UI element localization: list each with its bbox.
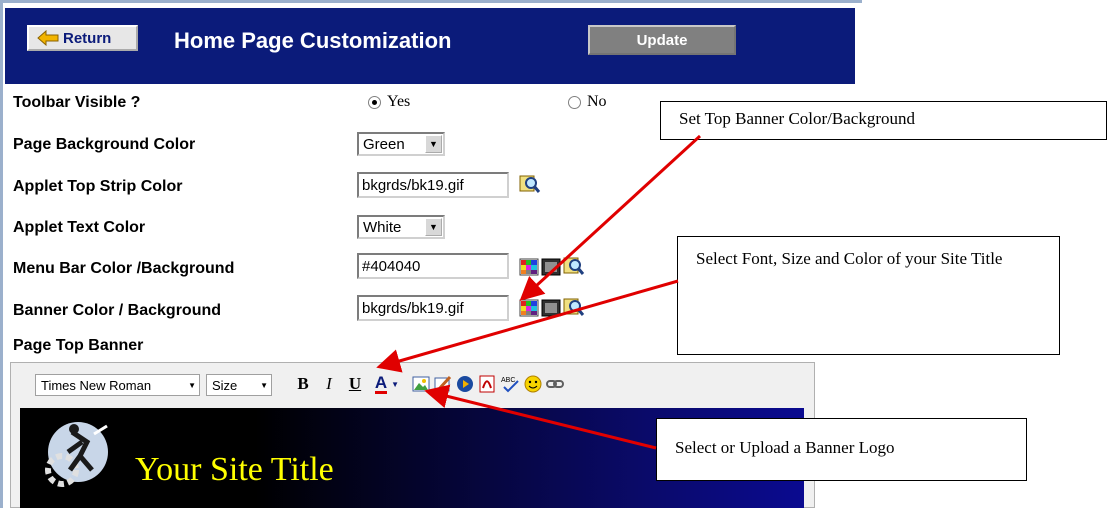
font-color-label: A xyxy=(374,373,388,394)
palette-icon[interactable] xyxy=(519,258,539,276)
toolbar-visible-no-radio[interactable]: No xyxy=(568,93,607,111)
radio-dot-selected xyxy=(368,95,381,109)
underline-button[interactable]: U xyxy=(344,372,366,396)
palette-icon[interactable] xyxy=(519,299,539,317)
spellcheck-icon[interactable]: ABC xyxy=(500,375,520,393)
search-icon[interactable] xyxy=(563,297,585,317)
banner-color-label: Banner Color / Background xyxy=(13,302,222,319)
menu-bar-color-label: Menu Bar Color /Background xyxy=(13,260,235,277)
update-button[interactable]: Update xyxy=(588,25,736,55)
font-family-value: Times New Roman xyxy=(41,377,152,393)
applet-text-color-select[interactable]: White ▼ xyxy=(357,215,445,239)
media-icon[interactable] xyxy=(456,375,474,393)
applet-strip-color-input[interactable]: bkgrds/bk19.gif xyxy=(357,172,509,198)
applet-text-color-label: Applet Text Color xyxy=(13,219,146,236)
return-button[interactable]: Return xyxy=(27,25,138,51)
chevron-down-icon: ▼ xyxy=(425,135,442,153)
callout-top-banner: Set Top Banner Color/Background xyxy=(660,101,1107,140)
page-bg-color-select[interactable]: Green ▼ xyxy=(357,132,445,156)
radio-dot xyxy=(568,95,581,109)
insert-image-icon[interactable] xyxy=(412,375,430,393)
return-arrow-icon xyxy=(37,30,59,46)
chevron-down-icon: ▼ xyxy=(188,380,196,390)
chevron-down-icon: ▼ xyxy=(260,380,268,390)
font-color-button[interactable]: A ▼ xyxy=(371,372,403,396)
applet-text-color-value: White xyxy=(363,218,402,236)
chevron-down-icon: ▼ xyxy=(391,379,400,389)
edit-image-icon[interactable] xyxy=(434,375,452,393)
pdf-icon[interactable] xyxy=(478,375,496,393)
svg-text:ABC: ABC xyxy=(501,377,515,384)
menu-bar-color-input[interactable]: #404040 xyxy=(357,253,509,279)
page-title: Home Page Customization xyxy=(174,28,452,53)
page-bg-color-value: Green xyxy=(363,135,405,153)
toolbar-visible-label: Toolbar Visible ? xyxy=(13,94,141,111)
page-top-banner-label: Page Top Banner xyxy=(13,337,144,354)
no-label: No xyxy=(587,93,607,110)
image-picker-icon[interactable] xyxy=(541,299,561,317)
applet-strip-color-label: Applet Top Strip Color xyxy=(13,178,183,195)
yes-label: Yes xyxy=(387,93,411,110)
font-family-select[interactable]: Times New Roman ▼ xyxy=(35,374,200,396)
bold-button[interactable]: B xyxy=(292,372,314,396)
page-bg-color-label: Page Background Color xyxy=(13,136,196,153)
toolbar-visible-yes-radio[interactable]: Yes xyxy=(368,93,410,111)
chevron-down-icon: ▼ xyxy=(425,218,442,236)
site-title: Your Site Title xyxy=(135,451,334,488)
smiley-icon[interactable] xyxy=(524,375,542,393)
return-label: Return xyxy=(63,29,112,47)
callout-font-settings: Select Font, Size and Color of your Site… xyxy=(677,236,1060,355)
callout-banner-logo: Select or Upload a Banner Logo xyxy=(656,418,1027,481)
banner-logo-icon[interactable] xyxy=(32,412,122,494)
image-picker-icon[interactable] xyxy=(541,258,561,276)
font-size-select[interactable]: Size ▼ xyxy=(206,374,272,396)
link-icon[interactable] xyxy=(546,375,564,393)
banner-color-input[interactable]: bkgrds/bk19.gif xyxy=(357,295,509,321)
search-icon[interactable] xyxy=(519,174,541,194)
italic-button[interactable]: I xyxy=(318,372,340,396)
font-size-value: Size xyxy=(212,377,238,393)
search-icon[interactable] xyxy=(563,256,585,276)
